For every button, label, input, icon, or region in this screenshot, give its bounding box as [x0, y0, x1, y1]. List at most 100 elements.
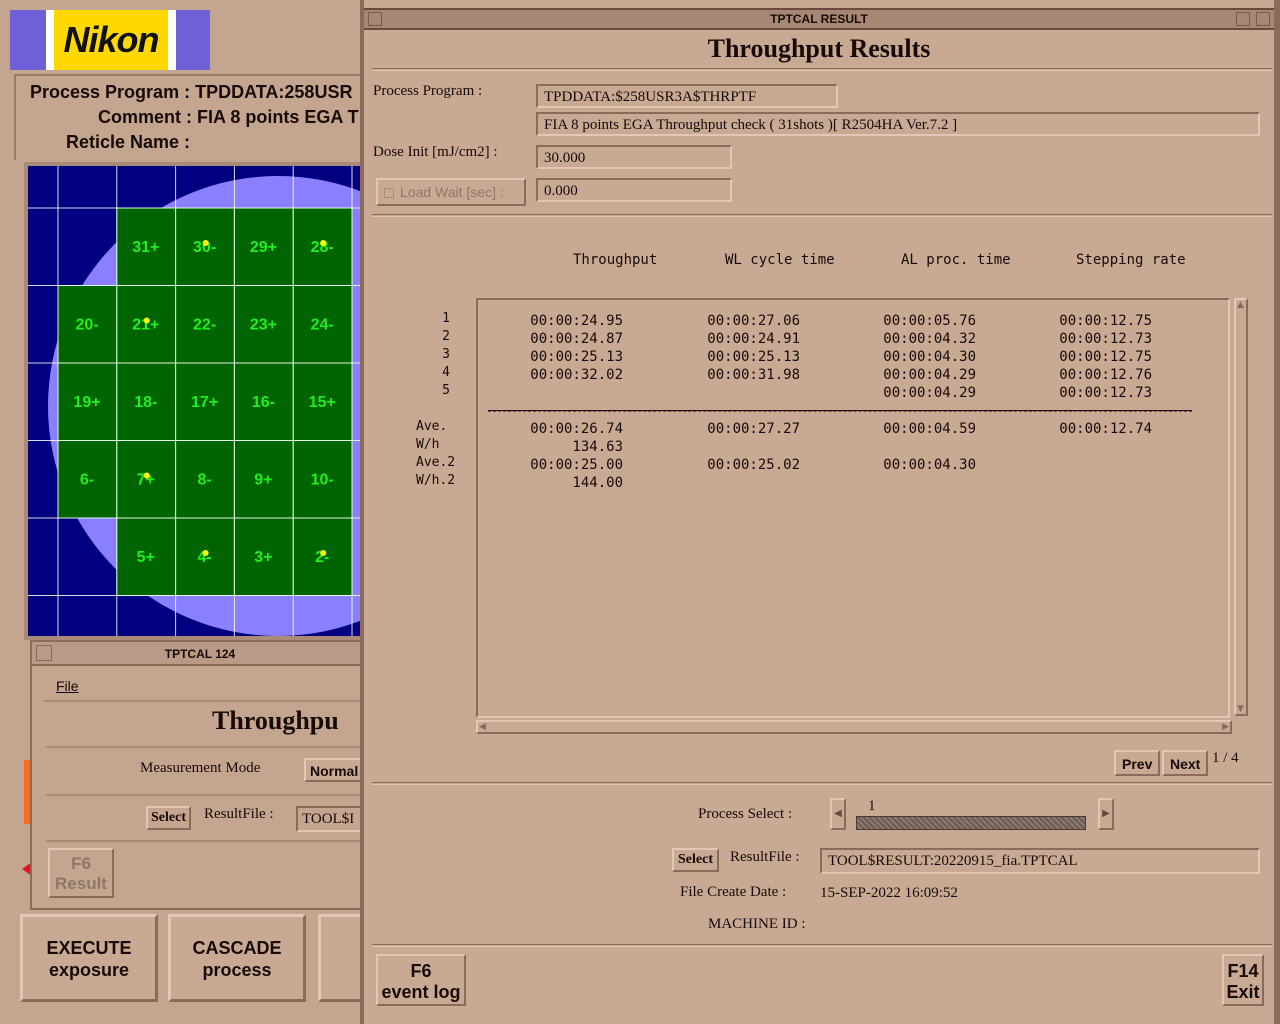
- scroll-down-icon[interactable]: ▼: [1237, 704, 1244, 714]
- measurement-mode-label: Measurement Mode: [140, 760, 261, 776]
- table-cell: 00:00:27.06: [707, 313, 800, 329]
- window-menu-button[interactable]: [368, 12, 382, 26]
- f6-key-label: F6: [410, 961, 432, 981]
- table-cell: 00:00:12.76: [1059, 367, 1152, 383]
- minimize-button[interactable]: [1236, 12, 1250, 26]
- comment-field[interactable]: FIA 8 points EGA Throughput check ( 31sh…: [536, 112, 1260, 136]
- logo-text: Nikon: [63, 19, 159, 60]
- comment-label: Comment :: [98, 107, 192, 127]
- result-file-label: ResultFile :: [204, 806, 274, 822]
- divider: [372, 68, 1272, 71]
- table-cell: 00:00:04.29: [883, 385, 976, 401]
- table-cell: 00:00:04.29: [883, 367, 976, 383]
- tptcal-title: TPTCAL 124: [164, 647, 236, 661]
- scroll-up-icon[interactable]: ▲: [1237, 300, 1244, 310]
- shot-label: 10-: [311, 472, 334, 489]
- table-cell: 00:00:31.98: [707, 367, 800, 383]
- shot-label: 17+: [191, 394, 218, 411]
- result-file-label: ResultFile :: [730, 849, 800, 865]
- horizontal-scrollbar[interactable]: ◀ ▶: [476, 720, 1232, 734]
- menu-file[interactable]: File: [56, 678, 79, 694]
- row-number: 3: [442, 347, 450, 362]
- process-program-label: Process Program :: [373, 83, 483, 99]
- checkbox-icon[interactable]: [384, 188, 394, 199]
- divider: [372, 782, 1272, 785]
- load-wait-label: Load Wait [sec] :: [400, 184, 504, 200]
- tptcal-titlebar[interactable]: TPTCAL 124: [32, 642, 368, 666]
- vertical-scrollbar[interactable]: ▲ ▼: [1234, 298, 1248, 716]
- row-number: 4: [442, 365, 450, 380]
- load-wait-toggle[interactable]: Load Wait [sec] :: [376, 178, 526, 206]
- window-menu-button[interactable]: [36, 645, 52, 661]
- shot-label: 23+: [250, 317, 277, 334]
- summary-label: Ave.: [416, 419, 448, 434]
- shot-label: 3+: [254, 549, 272, 566]
- alignment-mark: [202, 240, 209, 246]
- table-cell: 00:00:12.73: [1059, 385, 1152, 401]
- f14-exit-button[interactable]: F14 Exit: [1222, 954, 1264, 1006]
- dose-init-label: Dose Init [mJ/cm2] :: [373, 144, 498, 160]
- next-button[interactable]: Next: [1162, 750, 1209, 776]
- result-titlebar[interactable]: TPTCAL RESULT: [364, 8, 1274, 30]
- execute-label: EXECUTE: [46, 938, 132, 958]
- column-header-throughput: Throughput: [573, 252, 658, 268]
- tptcal-heading: Throughpu: [212, 706, 339, 735]
- select-result-file-button[interactable]: Select: [146, 806, 191, 830]
- shot-label: 16-: [252, 394, 275, 411]
- alignment-mark: [320, 550, 327, 556]
- table-cell: 00:00:25.13: [707, 349, 800, 365]
- shot-label: 19+: [73, 394, 100, 411]
- dose-init-field[interactable]: 30.000: [536, 145, 732, 169]
- alignment-mark: [320, 240, 327, 246]
- process-info-panel: Process Program : TPDDATA:258USR Comment…: [14, 74, 370, 160]
- process-select-decrement[interactable]: ◀: [830, 798, 846, 830]
- menu-bar: File: [44, 670, 364, 702]
- page-title: Throughput Results: [707, 34, 931, 63]
- process-program-field[interactable]: TPDDATA:$258USR3A$THRPTF: [536, 84, 838, 108]
- shot-label: 9+: [254, 472, 272, 489]
- process-select-slider[interactable]: [856, 816, 1086, 830]
- table-cell: 00:00:24.91: [707, 331, 800, 347]
- column-header-stepping-rate: Stepping rate: [1076, 252, 1186, 268]
- prev-button[interactable]: Prev: [1114, 750, 1161, 776]
- table-cell: 00:00:05.76: [883, 313, 976, 329]
- f14-action-label: Exit: [1226, 982, 1260, 1002]
- f6-event-log-button[interactable]: F6 event log: [376, 954, 466, 1006]
- exposure-label: exposure: [48, 960, 130, 980]
- logo-frame: Nikon: [46, 10, 176, 70]
- maximize-button[interactable]: [1256, 12, 1270, 26]
- process-select-label: Process Select :: [698, 806, 793, 822]
- table-cell: 00:00:12.75: [1059, 349, 1152, 365]
- table-cell: 00:00:24.87: [530, 331, 623, 347]
- table-cell: 00:00:04.32: [883, 331, 976, 347]
- divider: [372, 944, 1272, 947]
- table-cell: 00:00:12.73: [1059, 331, 1152, 347]
- summary-label: W/h: [416, 437, 440, 452]
- f6-action-label: event log: [381, 982, 461, 1002]
- f6-action-label: Result: [55, 874, 107, 893]
- scroll-right-icon[interactable]: ▶: [1222, 722, 1229, 732]
- results-divider: [488, 410, 1192, 412]
- file-create-date-label: File Create Date :: [680, 884, 787, 900]
- shot-label: 20-: [75, 317, 98, 334]
- alignment-mark: [143, 472, 150, 479]
- process-program-label: Process Program :: [30, 82, 191, 102]
- f6-key-label: F6: [71, 854, 91, 873]
- tptcal-result-window: TPTCAL RESULT Throughput Results Process…: [360, 0, 1280, 1024]
- nikon-logo: Nikon: [54, 10, 168, 70]
- select-result-file-button[interactable]: Select: [672, 848, 719, 872]
- scroll-left-icon[interactable]: ◀: [479, 722, 486, 732]
- load-wait-field[interactable]: 0.000: [536, 178, 732, 202]
- table-cell: 134.63: [572, 439, 623, 455]
- result-file-field[interactable]: TOOL$RESULT:20220915_fia.TPTCAL: [820, 848, 1260, 874]
- process-select-increment[interactable]: ▶: [1098, 798, 1114, 830]
- cascade-process-button[interactable]: CASCADE process: [168, 914, 306, 1002]
- table-cell: 00:00:12.74: [1059, 421, 1152, 437]
- f6-result-button[interactable]: F6 Result: [48, 848, 114, 898]
- column-header-al-proc-time: AL proc. time: [901, 252, 1011, 268]
- f14-key-label: F14: [1227, 961, 1259, 981]
- row-number: 2: [442, 329, 450, 344]
- column-header-wl-cycle-time: WL cycle time: [725, 252, 835, 268]
- execute-exposure-button[interactable]: EXECUTE exposure: [20, 914, 158, 1002]
- table-cell: 00:00:32.02: [530, 367, 623, 383]
